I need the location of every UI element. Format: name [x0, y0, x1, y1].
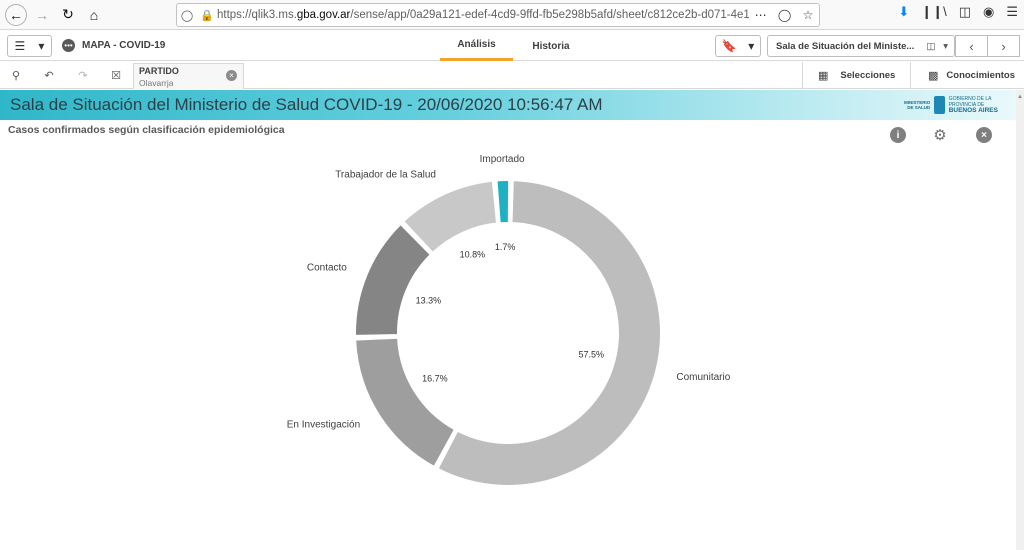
- divider: [910, 62, 911, 89]
- slice-value-label: 57.5%: [578, 350, 604, 360]
- step-back-icon[interactable]: ↶: [41, 67, 57, 83]
- logo-line3: BUENOS AIRES: [948, 107, 998, 114]
- account-icon[interactable]: ◉: [983, 4, 994, 20]
- grid-icon: ▦: [818, 70, 829, 82]
- url-bar[interactable]: ◯ 🔒 https://qlik3.ms.gba.gov.ar/sense/ap…: [176, 3, 820, 27]
- pocket-icon[interactable]: ◯: [778, 8, 791, 22]
- ministry-logo: MINISTERIO DE SALUD GOBIERNO DE LA PROVI…: [904, 94, 1008, 116]
- banner-title: Sala de Situación del Ministerio de Salu…: [10, 95, 603, 114]
- global-menu-button[interactable]: ☰ ▾: [7, 35, 52, 57]
- reload-button[interactable]: ↻: [57, 4, 79, 26]
- logo-mark-icon: [934, 96, 945, 114]
- step-forward-icon[interactable]: ↷: [75, 67, 91, 83]
- sheet-banner: Sala de Situación del Ministerio de Salu…: [0, 90, 1016, 120]
- chevron-right-icon: ›: [1001, 38, 1006, 54]
- insights-icon: ▩: [928, 70, 939, 82]
- slice-category-label: Contacto: [307, 262, 347, 273]
- slice-category-label: Comunitario: [676, 372, 730, 383]
- smart-search-icon[interactable]: ⚲: [8, 67, 24, 83]
- slice-category-label: Importado: [480, 154, 525, 165]
- qlik-toolbar: ☰ ▾ ••• MAPA - COVID-19 Análisis Histori…: [0, 31, 1024, 61]
- lock-icon: 🔒: [200, 9, 214, 22]
- caret-down-icon: ▾: [38, 39, 45, 53]
- previous-sheet-button[interactable]: ‹: [955, 35, 988, 57]
- chip-field: PARTIDO: [139, 66, 179, 76]
- selections-label: Selecciones: [840, 70, 896, 81]
- arrow-left-icon: ←: [9, 6, 23, 23]
- next-sheet-button[interactable]: ›: [987, 35, 1020, 57]
- scrollbar[interactable]: ▲: [1016, 90, 1024, 550]
- url-text: https://qlik3.ms.gba.gov.ar/sense/app/0a…: [217, 9, 749, 21]
- info-icon[interactable]: i: [890, 127, 906, 143]
- caret-down-icon: ▾: [748, 39, 755, 53]
- back-button[interactable]: ←: [5, 3, 27, 26]
- reload-icon: ↻: [62, 6, 74, 22]
- bookmark-icon: 🔖: [721, 39, 737, 53]
- slice-2[interactable]: [354, 336, 456, 469]
- shield-icon: ◯: [180, 9, 194, 22]
- selection-chip[interactable]: PARTIDO Olavarrja ×: [133, 63, 244, 89]
- home-icon: ⌂: [89, 6, 99, 23]
- download-icon[interactable]: ⬇: [898, 4, 909, 20]
- donut-chart: 1.7% Importado 57.5% Comunitario 16.7% En Inv…: [287, 154, 731, 487]
- scroll-up-icon[interactable]: ▲: [1017, 94, 1023, 100]
- insights-label: Conocimientos: [946, 70, 1016, 81]
- caret-down-icon: ▾: [943, 40, 948, 52]
- insights-button[interactable]: ▩ Conocimientos: [928, 62, 1015, 89]
- slice-category-label: En Investigación: [287, 420, 360, 431]
- menu-icon[interactable]: ☰: [1006, 4, 1018, 20]
- sidebar-icon[interactable]: ◫: [959, 4, 971, 20]
- slice-0[interactable]: [495, 179, 511, 225]
- chart-title: Casos confirmados según clasificación ep…: [8, 124, 285, 136]
- chip-value: Olavarrja: [139, 78, 174, 88]
- slice-value-label: 10.8%: [460, 250, 486, 260]
- library-icon[interactable]: ❙❙\: [921, 4, 946, 20]
- selections-button[interactable]: ▦ Selecciones: [818, 62, 895, 89]
- browser-right-tools: ⬇ ❙❙\ ◫ ◉ ☰: [898, 4, 1018, 20]
- slice-category-label: Trabajador de la Salud: [335, 170, 436, 181]
- close-icon[interactable]: ×: [226, 70, 237, 81]
- close-icon[interactable]: ×: [976, 127, 992, 143]
- tab-analisis[interactable]: Análisis: [440, 31, 513, 61]
- app-title: MAPA - COVID-19: [82, 40, 166, 51]
- divider: [802, 62, 803, 89]
- sliders-icon[interactable]: ⚙: [932, 127, 948, 144]
- logo-line1: MINISTERIO DE SALUD: [904, 100, 931, 110]
- hamburger-icon: ☰: [14, 39, 26, 53]
- app-icon: •••: [62, 39, 75, 52]
- slice-value-label: 13.3%: [416, 296, 442, 306]
- forward-button[interactable]: →: [31, 4, 53, 26]
- more-icon[interactable]: ⋯: [755, 8, 767, 22]
- sheet-selector[interactable]: Sala de Situación del Ministe... ◫ ▾: [767, 35, 955, 57]
- home-button[interactable]: ⌂: [83, 4, 105, 26]
- bookmarks-button[interactable]: 🔖 ▾: [715, 35, 761, 57]
- slice-3[interactable]: [354, 223, 432, 337]
- slice-value-label: 16.7%: [422, 373, 448, 383]
- sheet-name: Sala de Situación del Ministe...: [776, 40, 915, 52]
- tab-historia[interactable]: Historia: [516, 31, 586, 61]
- clear-all-icon[interactable]: ☒: [108, 67, 124, 83]
- slice-value-label: 1.7%: [495, 242, 516, 252]
- arrow-right-icon: →: [35, 6, 49, 23]
- chevron-left-icon: ‹: [969, 38, 974, 54]
- sheet-icon: ◫: [926, 40, 936, 52]
- star-icon[interactable]: ☆: [803, 8, 814, 22]
- selections-bar: ⚲ ↶ ↷ ☒ PARTIDO Olavarrja × ▦ Seleccione…: [0, 62, 1024, 89]
